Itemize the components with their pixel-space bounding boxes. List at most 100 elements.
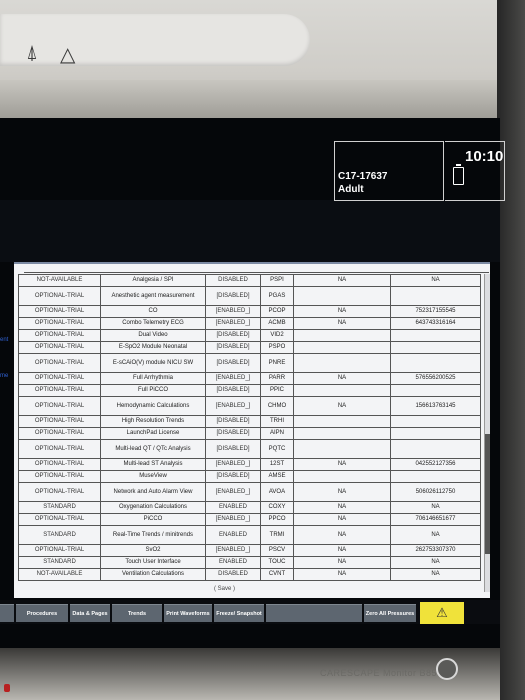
row-code-cell: PARR [260,372,294,385]
row-feature-cell: High Resolution Trends [100,415,206,428]
row-status-cell: OPTIONAL-TRIAL [18,439,101,459]
row-enabled-cell: [ENABLED_] [205,305,261,318]
row-enabled-cell: [ENABLED_] [205,372,261,385]
row-serial-cell [390,329,481,342]
row-code-cell: PSPO [260,341,294,354]
save-button[interactable]: ( Save ) [214,586,235,592]
table-row[interactable]: OPTIONAL-TRIAL SvO2 [ENABLED_] PSCV NA 262753… [18,544,481,557]
row-enabled-cell: [ENABLED_] [205,482,261,502]
table-row[interactable]: STANDARD Oxygenation Calculations ENABLED C… [18,501,481,514]
row-enabled-cell: [DISABLED] [205,439,261,459]
table-row[interactable]: OPTIONAL-TRIAL Full PiCCO [DISABLED] PPIC [18,384,481,397]
row-status-cell: OPTIONAL-TRIAL [18,470,101,483]
row-feature-cell: Hemodynamic Calculations [100,396,206,416]
row-feature-cell: Multi-lead QT / QTc Analysis [100,439,206,459]
button-left-stub[interactable] [0,604,14,622]
table-row[interactable]: OPTIONAL-TRIAL Multi-lead QT / QTc Analys… [18,439,481,459]
row-value-cell [293,427,391,440]
row-status-cell: OPTIONAL-TRIAL [18,482,101,502]
table-row[interactable]: OPTIONAL-TRIAL Dual Video [DISABLED] VID2 [18,329,481,342]
row-status-cell: OPTIONAL-TRIAL [18,396,101,416]
row-enabled-cell: [DISABLED] [205,427,261,440]
row-code-cell: AVOA [260,482,294,502]
row-code-cell: COXY [260,501,294,514]
row-status-cell: OPTIONAL-TRIAL [18,458,101,471]
data-pages-button[interactable]: Data & Pages [70,604,110,622]
monitor-bezel-right [497,0,525,700]
table-row[interactable]: STANDARD Touch User Interface ENABLED TOUC N… [18,556,481,569]
table-row[interactable]: NOT-AVAILABLE Ventilation Calculations DIS… [18,568,481,581]
zero-all-pressures-button[interactable]: Zero All Pressures [364,604,416,622]
row-enabled-cell: [DISABLED] [205,384,261,397]
clock-box[interactable]: 10:10 [445,141,505,201]
row-status-cell: NOT-AVAILABLE [18,568,101,581]
row-status-cell: OPTIONAL-TRIAL [18,341,101,354]
row-status-cell: OPTIONAL-TRIAL [18,544,101,557]
print-waveforms-button[interactable]: Print Waveforms [164,604,212,622]
row-enabled-cell: ENABLED [205,525,261,545]
table-row[interactable]: OPTIONAL-TRIAL MuseView [DISABLED] AMSE [18,470,481,483]
table-row[interactable]: OPTIONAL-TRIAL CO [ENABLED_] PCOP NA 75231715… [18,305,481,318]
freeze-snapshot-button[interactable]: Freeze/ Snapshot [214,604,264,622]
row-serial-cell [390,439,481,459]
warning-triangle-icon[interactable]: △ [60,42,75,67]
row-feature-cell: LaunchPad License [100,427,206,440]
table-row[interactable]: OPTIONAL-TRIAL High Resolution Trends [DIS… [18,415,481,428]
row-feature-cell: Touch User Interface [100,556,206,569]
row-enabled-cell: ENABLED [205,501,261,514]
scrollbar-thumb[interactable] [485,434,490,554]
row-code-cell: PNRE [260,353,294,373]
row-value-cell [293,353,391,373]
table-row[interactable]: OPTIONAL-TRIAL Anesthetic agent measureme… [18,286,481,306]
table-scrollbar[interactable] [484,274,490,592]
table-row[interactable]: OPTIONAL-TRIAL Hemodynamic Calculations [E… [18,396,481,416]
table-row[interactable]: OPTIONAL-TRIAL Network and Auto Alarm Vie… [18,482,481,502]
table-row[interactable]: OPTIONAL-TRIAL LaunchPad License [DISABLED… [18,427,481,440]
row-value-cell [293,329,391,342]
table-row[interactable]: OPTIONAL-TRIAL Full Arrhythmia [ENABLED_] P… [18,372,481,385]
row-serial-cell: NA [390,525,481,545]
table-row[interactable]: OPTIONAL-TRIAL PiCCO [ENABLED_] PPCO NA 70614… [18,513,481,526]
trim-knob[interactable] [436,658,458,680]
row-code-cell: VID2 [260,329,294,342]
bell-off-icon[interactable]: ⍋ [26,42,38,65]
row-serial-cell: 643743316164 [390,317,481,330]
row-value-cell: NA [293,556,391,569]
trends-button[interactable]: Trends [112,604,162,622]
row-serial-cell: NA [390,556,481,569]
procedures-button[interactable]: Procedures [16,604,68,622]
row-enabled-cell: [DISABLED] [205,341,261,354]
battery-icon [453,164,464,185]
row-status-cell: NOT-AVAILABLE [18,274,101,287]
row-enabled-cell: [ENABLED_] [205,458,261,471]
table-row[interactable]: OPTIONAL-TRIAL Combo Telemetry ECG [ENABLE… [18,317,481,330]
table-row[interactable]: STANDARD Real-Time Trends / minitrends ENA… [18,525,481,545]
row-status-cell: OPTIONAL-TRIAL [18,415,101,428]
row-feature-cell: Multi-lead ST Analysis [100,458,206,471]
row-serial-cell [390,427,481,440]
row-value-cell: NA [293,482,391,502]
row-status-cell: OPTIONAL-TRIAL [18,513,101,526]
table-row[interactable]: OPTIONAL-TRIAL E-SpO2 Module Neonatal [DIS… [18,341,481,354]
row-value-cell [293,470,391,483]
row-feature-cell: Ventilation Calculations [100,568,206,581]
row-serial-cell: 706146651677 [390,513,481,526]
row-feature-cell: MuseView [100,470,206,483]
row-serial-cell: 576556200525 [390,372,481,385]
alarm-bell-icon[interactable]: ⚠ [420,602,464,624]
table-row[interactable]: NOT-AVAILABLE Analgesia / SPI DISABLED PSPI… [18,274,481,287]
row-value-cell: NA [293,458,391,471]
row-enabled-cell: DISABLED [205,274,261,287]
table-row[interactable]: OPTIONAL-TRIAL Multi-lead ST Analysis [ENA… [18,458,481,471]
row-feature-cell: Full Arrhythmia [100,372,206,385]
patient-id: C17-17637 [338,171,388,182]
blank-button[interactable] [266,604,362,622]
patient-info-box[interactable]: C17-17637 Adult [334,141,444,201]
row-status-cell: OPTIONAL-TRIAL [18,384,101,397]
table-row[interactable]: OPTIONAL-TRIAL E-sCAiO(V) module NICU SW[… [18,353,481,373]
row-serial-cell: 752317155545 [390,305,481,318]
row-value-cell: NA [293,568,391,581]
side-label-1: ent [0,337,9,343]
clock-time: 10:10 [465,148,504,165]
row-code-cell: PCOP [260,305,294,318]
